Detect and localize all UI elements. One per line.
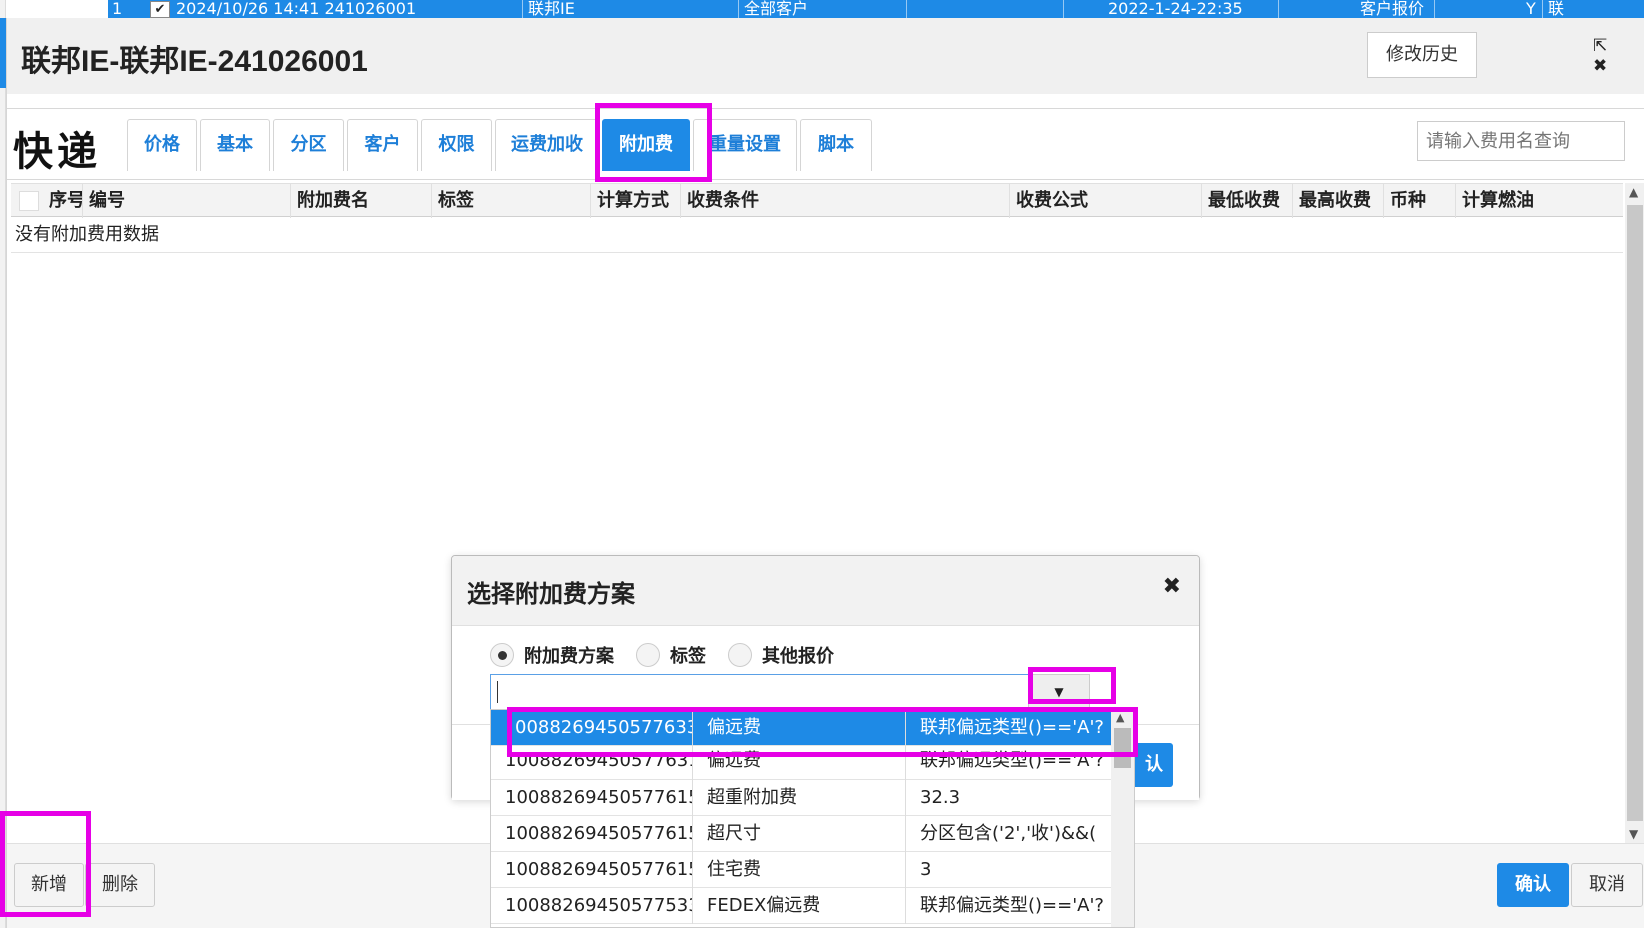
radio-surcharge-plan-label[interactable]: 附加费方案 xyxy=(524,642,614,668)
option-formula: 联邦偏远类型()=='A'? xyxy=(920,895,1104,916)
close-icon[interactable]: ✖ xyxy=(1593,56,1607,76)
cancel-button[interactable]: 取消 xyxy=(1571,863,1643,907)
tab-freight-surcharge[interactable]: 运费加收 xyxy=(495,119,599,171)
surcharge-plan-combo-input[interactable] xyxy=(490,674,1090,710)
background-table-row[interactable]: 1 ✔ 2024/10/26 14:41 241026001 联邦IE 全部客户… xyxy=(108,0,1644,18)
radio-tag[interactable] xyxy=(636,643,660,667)
radio-tag-label[interactable]: 标签 xyxy=(670,642,706,668)
dialog-confirm-label: 认 xyxy=(1145,754,1163,775)
option-name: 超重附加费 xyxy=(693,780,906,816)
option-formula: 32.3 xyxy=(920,787,961,808)
bg-row-customer: 全部客户 xyxy=(744,0,809,18)
dropdown-option[interactable]: 100882694505776154 住宅费 3 xyxy=(491,852,1111,888)
option-formula: 3 xyxy=(920,859,932,880)
bg-row-index: 1 xyxy=(112,0,123,18)
dropdown-option[interactable]: 100882694505775330 FEDEX偏远费 联邦偏远类型()=='A… xyxy=(491,888,1111,924)
bg-row-type: 客户报价 xyxy=(1360,0,1425,18)
option-id: 100882694505776155 xyxy=(491,816,693,852)
col-max-charge[interactable]: 最高收费 xyxy=(1293,184,1384,218)
col-seq[interactable]: 序号 xyxy=(43,184,83,218)
tab-script[interactable]: 脚本 xyxy=(800,119,872,171)
modify-history-button[interactable]: 修改历史 xyxy=(1367,32,1477,78)
bg-row-datetime-code: 2024/10/26 14:41 241026001 xyxy=(176,0,417,18)
tab-price[interactable]: 价格 xyxy=(127,119,197,171)
option-id: 100882694505776154 xyxy=(491,852,693,888)
option-id: 100882694505776158 xyxy=(491,780,693,816)
tab-basic[interactable]: 基本 xyxy=(200,119,270,171)
dialog-title: 选择附加费方案 xyxy=(467,580,635,608)
col-min-charge[interactable]: 最低收费 xyxy=(1202,184,1293,218)
scroll-up-icon[interactable]: ▲ xyxy=(1629,185,1638,199)
dropdown-scroll-thumb[interactable] xyxy=(1114,728,1131,768)
col-surcharge-name[interactable]: 附加费名 xyxy=(291,184,432,218)
chevron-down-icon: ▼ xyxy=(1054,685,1064,699)
radio-other-quote-label[interactable]: 其他报价 xyxy=(762,642,834,668)
dropdown-option[interactable]: 100882694505776158 超重附加费 32.3 xyxy=(491,780,1111,816)
combo-dropdown-button[interactable]: ▼ xyxy=(1028,674,1090,710)
dropdown-scrollbar[interactable]: ▲ xyxy=(1111,710,1134,927)
confirm-button[interactable]: 确认 xyxy=(1497,863,1569,907)
grid-scroll-thumb[interactable] xyxy=(1627,205,1643,821)
option-name: 偏远费 xyxy=(693,746,906,782)
dropdown-scroll-up-icon[interactable]: ▲ xyxy=(1116,711,1124,724)
popout-icon[interactable]: ⇱ xyxy=(1593,36,1607,56)
tab-weight-settings[interactable]: 重量设置 xyxy=(693,119,797,171)
scroll-down-icon[interactable]: ▼ xyxy=(1629,827,1638,841)
dropdown-option[interactable]: 100882694505776315 偏远费 联邦偏远类型()=='A'? xyxy=(491,746,1111,782)
col-calc-method[interactable]: 计算方式 xyxy=(591,184,681,218)
col-tag[interactable]: 标签 xyxy=(432,184,591,218)
option-name: 偏远费 xyxy=(693,710,906,746)
col-currency[interactable]: 币种 xyxy=(1384,184,1456,218)
add-button[interactable]: 新增 xyxy=(14,863,84,907)
col-charge-formula[interactable]: 收费公式 xyxy=(1010,184,1202,218)
select-all-checkbox[interactable] xyxy=(19,191,39,211)
option-formula: 联邦偏远类型()=='A'? xyxy=(920,717,1104,738)
dialog-header: 选择附加费方案 ✖ xyxy=(452,556,1199,626)
dialog-close-icon[interactable]: ✖ xyxy=(1163,574,1181,599)
option-id: 100882694505776315 xyxy=(491,746,693,782)
option-name: FEDEX偏远费 xyxy=(693,888,906,924)
window-title: 联邦IE-联邦IE-241026001 xyxy=(21,45,368,78)
text-cursor xyxy=(497,681,498,703)
surcharge-grid-header: 序号 编号 附加费名 标签 计算方式 收费条件 收费公式 最低收费 最高收费 币… xyxy=(11,183,1623,218)
brand-label: 快递 xyxy=(13,128,101,175)
source-radio-group: 附加费方案 标签 其他报价 xyxy=(490,642,856,668)
option-formula: 分区包含('2','收')&&( xyxy=(920,823,1097,844)
radio-other-quote[interactable] xyxy=(728,643,752,667)
tab-list: 价格 基本 分区 客户 权限 运费加收 附加费 重量设置 脚本 xyxy=(127,119,875,171)
col-charge-condition[interactable]: 收费条件 xyxy=(681,184,1010,218)
option-id: 00882694505776337 xyxy=(491,710,693,746)
option-name: 住宅费 xyxy=(693,852,906,888)
bg-row-checkbox[interactable]: ✔ xyxy=(150,1,170,18)
tab-permission[interactable]: 权限 xyxy=(421,119,492,171)
bg-row-date: 2022-1-24-22:35 xyxy=(1108,0,1243,18)
grid-empty-message: 没有附加费用数据 xyxy=(11,217,1623,253)
tab-surcharge[interactable]: 附加费 xyxy=(602,119,690,171)
fee-search-input[interactable] xyxy=(1417,121,1625,161)
col-calc-fuel[interactable]: 计算燃油 xyxy=(1456,184,1623,218)
tab-zone[interactable]: 分区 xyxy=(273,119,344,171)
bg-row-flag: Y xyxy=(1526,0,1536,18)
bg-row-extra: 联 xyxy=(1548,0,1565,18)
option-name: 超尺寸 xyxy=(693,816,906,852)
bg-row-name: 联邦IE xyxy=(528,0,575,18)
surcharge-plan-dropdown[interactable]: 00882694505776337 偏远费 联邦偏远类型()=='A'? 100… xyxy=(490,709,1135,928)
radio-surcharge-plan[interactable] xyxy=(490,643,514,667)
col-code[interactable]: 编号 xyxy=(83,184,291,218)
option-formula: 联邦偏远类型()=='A'? xyxy=(920,750,1104,771)
tab-bar: 快递 价格 基本 分区 客户 权限 运费加收 附加费 重量设置 脚本 xyxy=(7,108,1644,180)
dropdown-option[interactable]: 00882694505776337 偏远费 联邦偏远类型()=='A'? xyxy=(491,710,1111,746)
delete-button[interactable]: 删除 xyxy=(85,863,155,907)
dropdown-option[interactable]: 100882694505776155 超尺寸 分区包含('2','收')&&( xyxy=(491,816,1111,852)
grid-scrollbar[interactable]: ▲ ▼ xyxy=(1625,183,1644,843)
option-id: 100882694505775330 xyxy=(491,888,693,924)
window-header: 联邦IE-联邦IE-241026001 修改历史 ⇱ ✖ xyxy=(7,18,1644,94)
tab-customer[interactable]: 客户 xyxy=(347,119,418,171)
